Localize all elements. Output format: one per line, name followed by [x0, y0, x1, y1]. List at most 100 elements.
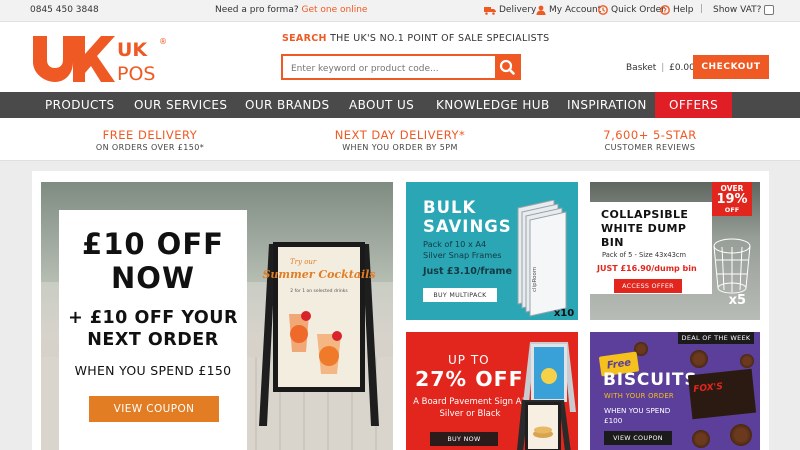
search-input[interactable] [283, 58, 493, 80]
hero-subheadline: + £10 OFF YOUR NEXT ORDER [68, 308, 238, 350]
hero-condition: WHEN YOU SPEND £150 [74, 363, 232, 378]
nav-item-knowledge-hub[interactable]: KNOWLEDGE HUB [436, 92, 550, 118]
checkout-button[interactable]: CHECKOUT [693, 55, 769, 79]
biscuits-title: BISCUITS [603, 370, 698, 390]
logo-uk-text: UK [117, 39, 148, 61]
proforma-prompt: Need a pro forma? Get one online [215, 5, 367, 15]
deal-of-week-badge: DEAL OF THE WEEK [678, 332, 754, 344]
benefit-next-day[interactable]: NEXT DAY DELIVERY* WHEN YOU ORDER BY 5PM [330, 128, 470, 152]
benefit-title: NEXT DAY DELIVERY* [334, 128, 466, 142]
biscuits-view-coupon-button[interactable]: VIEW COUPON [604, 431, 672, 445]
benefit-free-delivery[interactable]: FREE DELIVERY ON ORDERS OVER £150* [90, 128, 210, 152]
user-icon [536, 5, 546, 15]
buy-now-button[interactable]: BUY NOW [430, 432, 498, 446]
help-link[interactable]: ? Help [660, 5, 694, 15]
poster-title-text: Summer Cocktails [262, 268, 375, 281]
access-offer-button[interactable]: ACCESS OFFER [614, 279, 682, 293]
basket-amount: £0.00 [669, 63, 695, 73]
snap-frames-image: clipRoom x10 [517, 200, 574, 318]
nav-item-about-us[interactable]: ABOUT US [349, 92, 414, 118]
biscuits-subtitle: WITH YOUR ORDER [604, 392, 674, 400]
poster-top-text: Try our [290, 258, 317, 266]
show-vat-toggle[interactable]: Show VAT? [713, 5, 775, 15]
quick-order-link[interactable]: Quick Order [598, 5, 665, 15]
proforma-link[interactable]: Get one online [302, 5, 368, 15]
topbar-separator: | [700, 4, 704, 14]
wire-basket-image [713, 238, 751, 294]
discount-off-label: OFF [724, 206, 740, 214]
benefit-title: FREE DELIVERY [102, 128, 198, 142]
hero-banner[interactable]: £10 OFF NOW + £10 OFF YOUR NEXT ORDER WH… [41, 182, 393, 450]
site-header: UK POS ® SEARCH THE UK'S NO.1 POINT OF S… [0, 22, 800, 92]
biscuit-pack-label: FOX'S [692, 381, 724, 395]
quick-order-label: Quick Order [611, 5, 665, 15]
biscuits-condition: WHEN YOU SPEND £100 [604, 406, 671, 425]
biscuit-pack-image: FOX'S [687, 368, 757, 420]
benefit-title: 7,600+ 5-STAR [603, 128, 697, 142]
a-board-offer-tile[interactable]: UP TO 27% OFF A Board Pavement Sign A1 S… [406, 332, 578, 450]
basket-label: Basket [626, 63, 657, 73]
benefit-reviews[interactable]: 7,600+ 5-STAR CUSTOMER REVIEWS [594, 128, 706, 152]
show-vat-label: Show VAT? [713, 5, 762, 15]
discount-badge: OVER 19% OFF [712, 182, 752, 216]
help-icon: ? [660, 5, 670, 15]
clock-icon [598, 5, 608, 15]
search-box [281, 54, 521, 80]
phone-number[interactable]: 0845 450 3848 [30, 5, 99, 15]
dump-bin-tile[interactable]: COLLAPSIBLE WHITE DUMP BIN Pack of 5 - S… [590, 182, 760, 320]
search-button[interactable] [495, 56, 519, 78]
board-subtitle: A Board Pavement Sign A1 Silver or Black [413, 397, 527, 419]
search-icon [499, 59, 515, 75]
svg-text:?: ? [663, 7, 667, 15]
dump-bin-title: COLLAPSIBLE WHITE DUMP BIN [601, 208, 689, 249]
nav-item-our-services[interactable]: OUR SERVICES [134, 92, 227, 118]
bulk-subtitle: Pack of 10 x A4 Silver Snap Frames [423, 239, 502, 260]
tagline: SEARCH THE UK'S NO.1 POINT OF SALE SPECI… [282, 33, 549, 44]
tagline-highlight: SEARCH [282, 33, 327, 44]
nav-item-products[interactable]: PRODUCTS [45, 92, 115, 118]
logo-pos-text: POS [117, 63, 155, 82]
poster-sub-text: 2 for 1 on selected drinks [290, 288, 348, 294]
bulk-price: Just £3.10/frame [423, 266, 512, 277]
my-account-label: My Account [549, 5, 602, 15]
hero-headline: £10 OFF NOW [82, 227, 224, 295]
help-label: Help [673, 5, 694, 15]
delivery-label: Delivery [499, 5, 537, 15]
truck-icon [484, 6, 496, 15]
benefit-subtitle: CUSTOMER REVIEWS [604, 143, 696, 152]
bulk-savings-tile[interactable]: BULK SAVINGS Pack of 10 x A4 Silver Snap… [406, 182, 578, 320]
ukpos-logo[interactable]: UK POS ® [33, 36, 173, 82]
nav-item-our-brands[interactable]: OUR BRANDS [245, 92, 330, 118]
buy-multipack-button[interactable]: BUY MULTIPACK [423, 288, 497, 302]
a-board-sign-image: Try our Summer Cocktails 2 for 1 on sele… [259, 242, 379, 426]
bulk-quantity-badge: x10 [554, 308, 574, 318]
free-biscuits-tile[interactable]: DEAL OF THE WEEK Free BISCUITS WITH YOUR… [590, 332, 760, 450]
benefit-subtitle: WHEN YOU ORDER BY 5PM [342, 143, 458, 152]
nav-item-offers[interactable]: OFFERS [655, 92, 733, 118]
biscuit-image [740, 354, 754, 368]
dump-bin-price: JUST £16.90/dump bin [597, 264, 697, 273]
biscuit-image [690, 350, 708, 368]
pavement-signs-image [517, 342, 576, 450]
hero-offer-card: £10 OFF NOW + £10 OFF YOUR NEXT ORDER WH… [59, 210, 247, 450]
view-coupon-button[interactable]: VIEW COUPON [89, 396, 219, 422]
main-nav: PRODUCTS OUR SERVICES OUR BRANDS ABOUT U… [0, 92, 800, 118]
my-account-link[interactable]: My Account [536, 5, 601, 15]
show-vat-checkbox[interactable] [764, 5, 775, 15]
biscuit-image [692, 430, 710, 448]
benefit-subtitle: ON ORDERS OVER £150* [95, 143, 205, 152]
board-upto: UP TO [448, 353, 490, 367]
biscuit-image [730, 424, 752, 446]
dump-bin-subtitle: Pack of 5 - Size 43x43cm [602, 251, 687, 259]
delivery-link[interactable]: Delivery [484, 5, 536, 15]
board-percent-off: 27% OFF [415, 367, 524, 391]
proforma-text: Need a pro forma? [215, 5, 299, 15]
basket-summary[interactable]: Basket | £0.00 [626, 63, 695, 73]
benefits-strip: FREE DELIVERY ON ORDERS OVER £150* NEXT … [0, 118, 800, 161]
tagline-text: THE UK'S NO.1 POINT OF SALE SPECIALISTS [330, 33, 550, 44]
bulk-title: BULK SAVINGS [423, 198, 512, 236]
dump-bin-quantity-badge: x5 [728, 293, 746, 308]
frame-label: clipRoom [532, 267, 538, 292]
nav-item-inspiration[interactable]: INSPIRATION [567, 92, 647, 118]
logo-registered-mark: ® [159, 37, 167, 46]
